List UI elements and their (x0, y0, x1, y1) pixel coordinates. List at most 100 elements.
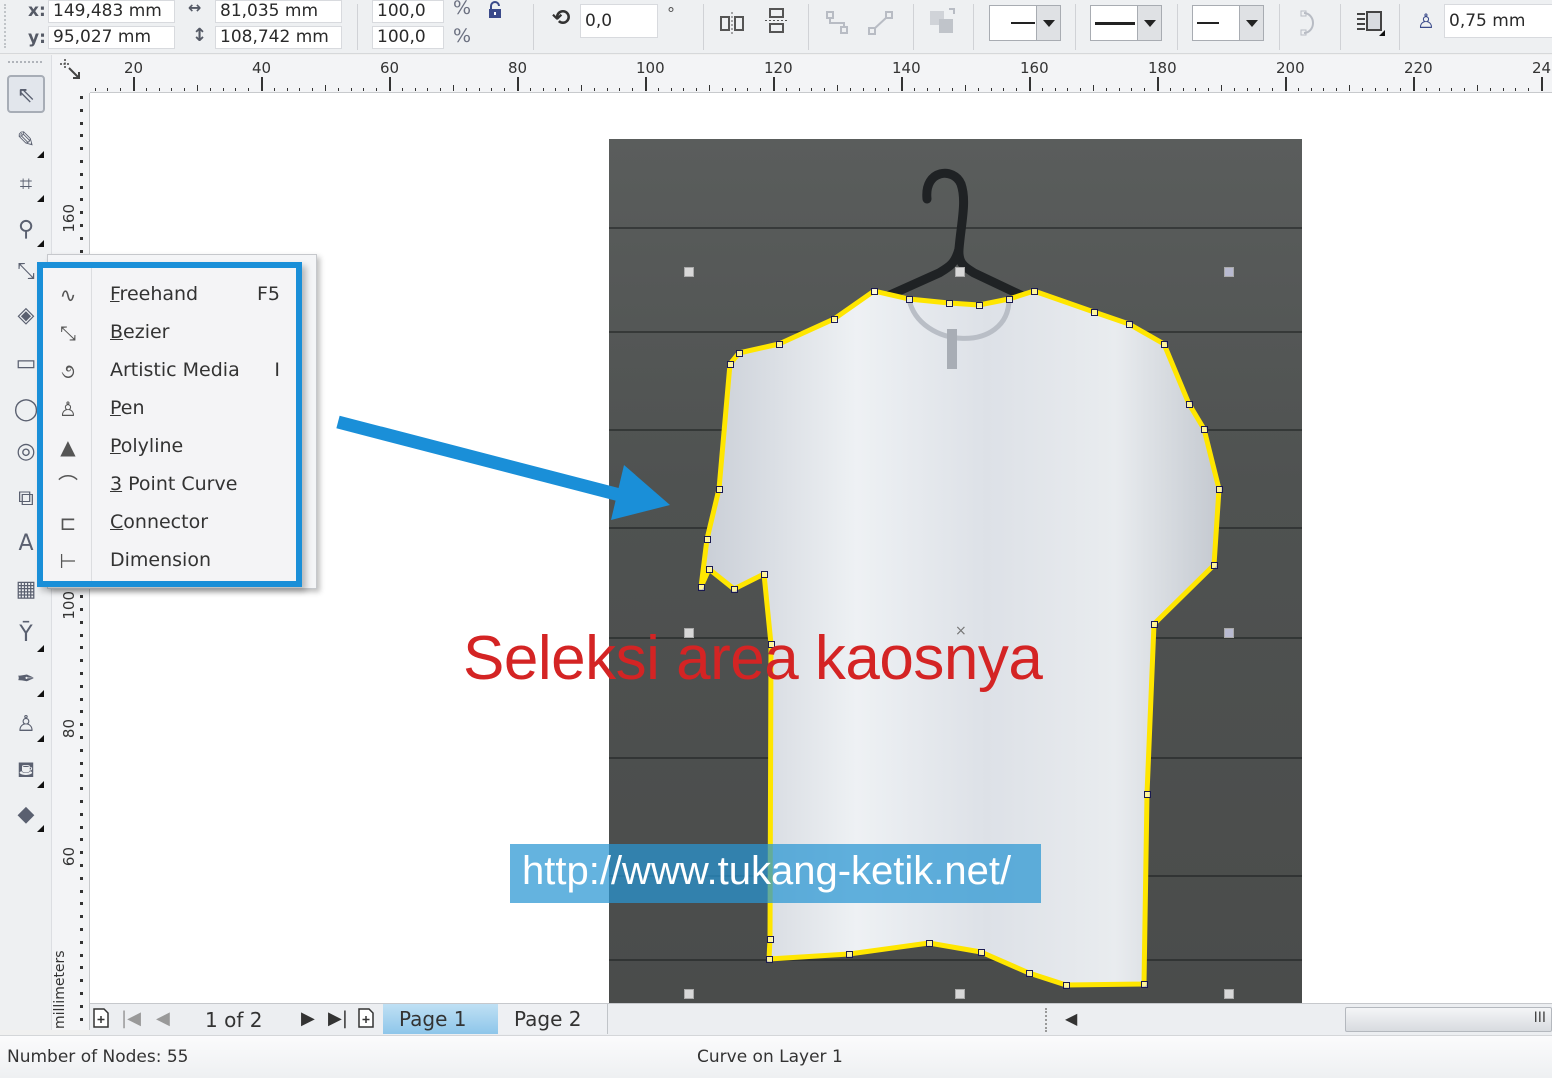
magnifier-icon: ⚲ (17, 217, 35, 242)
ruler-tick (80, 825, 83, 829)
object-height-field[interactable]: 108,742 mm (215, 26, 342, 49)
menu-item-dimension[interactable]: ⊢ Dimension (43, 542, 296, 580)
next-page-icon[interactable]: ▶ (301, 1008, 315, 1029)
tab-page-2[interactable]: Page 2 (498, 1004, 608, 1034)
ruler-tick (1029, 77, 1031, 91)
menu-item-freehand[interactable]: ∿ Freehand F5 (43, 276, 296, 314)
pick-tool[interactable]: ⇖ (7, 75, 45, 113)
line-style-dropdown[interactable] (1090, 5, 1162, 41)
ruler-tick (80, 761, 83, 765)
ruler-tick (1259, 88, 1261, 91)
toolbox-grip[interactable] (8, 61, 42, 63)
toolbar-grip[interactable] (4, 4, 10, 48)
eyedropper-tool[interactable]: ✒ (7, 661, 45, 699)
ruler-tick (734, 88, 736, 91)
break-apart-icon[interactable] (927, 6, 957, 36)
ruler-tick (1349, 85, 1350, 91)
ruler-tick (107, 88, 109, 91)
crop-icon: ⌗ (19, 172, 33, 197)
ruler-tick (80, 774, 83, 778)
y-position-field[interactable]: 95,027 mm (48, 26, 175, 49)
crop-tool[interactable]: ⌗ (7, 166, 45, 204)
menu-item-three-point-curve[interactable]: ⌒ 3 Point Curve (43, 466, 296, 504)
ruler-tick (581, 85, 582, 91)
horizontal-ruler[interactable]: 20 40 60 80 100 120 140 160 180 200 220 240 (52, 55, 1552, 93)
separator (703, 4, 704, 50)
ruler-tick (939, 88, 941, 91)
lock-ratio-icon[interactable] (487, 1, 503, 19)
scale-y-field[interactable]: 100,0 (372, 26, 444, 49)
reverse-direction-icon[interactable] (1293, 8, 1323, 38)
ruler-tick (862, 88, 864, 91)
zoom-tool[interactable]: ⚲ (7, 211, 45, 249)
shortcut-key: F5 (256, 283, 280, 305)
ruler-tick (1118, 88, 1120, 91)
label-text: ezier (123, 321, 170, 343)
ruler-tick (1093, 85, 1094, 91)
ruler-origin-icon[interactable] (52, 55, 90, 93)
ruler-tick (977, 88, 979, 91)
menu-item-bezier[interactable]: ⤡ Bezier (43, 314, 296, 352)
basic-shapes-icon: ⧉ (18, 486, 34, 511)
ruler-tick (80, 697, 83, 701)
ruler-tick (80, 838, 83, 842)
ruler-tick (1233, 88, 1235, 91)
wrap-text-icon[interactable] (1355, 8, 1385, 38)
tab-page-1[interactable]: Page 1 (383, 1004, 500, 1034)
ruler-tick (504, 88, 506, 91)
separator (808, 4, 809, 50)
ruler-tick (1361, 88, 1363, 91)
menu-item-artistic-media[interactable]: ૭ Artistic Media I (43, 352, 296, 390)
mnemonic-letter: F (110, 283, 120, 305)
end-arrowhead-dropdown[interactable] (1192, 5, 1264, 41)
to-curve-icon[interactable] (866, 8, 896, 38)
mirror-horizontal-icon[interactable] (717, 8, 747, 38)
menu-item-pen[interactable]: ♙ Pen (43, 390, 296, 428)
shape-tool[interactable]: ✎ (7, 122, 45, 160)
interactive-fill-tool[interactable]: ◆ (7, 796, 45, 834)
chevron-down-icon[interactable] (1239, 6, 1263, 40)
ruler-tick (80, 134, 83, 138)
pen-nib-icon: ♙ (16, 712, 36, 737)
ruler-tick (80, 224, 83, 227)
horizontal-scrollbar-thumb[interactable]: III (1345, 1007, 1552, 1032)
ruler-tick (1157, 77, 1159, 91)
first-page-icon[interactable]: |◀ (121, 1008, 141, 1029)
effects-tool[interactable]: Ȳ (7, 616, 45, 654)
menu-item-label: Freehand (110, 283, 198, 305)
menu-item-connector[interactable]: ⊏ Connector (43, 504, 296, 542)
ruler-tick (721, 88, 723, 91)
scroll-left-icon[interactable]: ◀ (1065, 1009, 1077, 1028)
fill-tool[interactable]: ⛾ (7, 752, 45, 790)
ruler-tick (80, 876, 83, 880)
insert-page-after-icon[interactable] (357, 1008, 375, 1033)
scale-x-field[interactable]: 100,0 (372, 0, 444, 23)
ruler-tick (1515, 88, 1517, 91)
rotation-angle-field[interactable]: 0,0 (580, 4, 658, 38)
ruler-tick (80, 595, 83, 599)
ruler-label: 100 (636, 59, 665, 77)
to-line-icon[interactable] (824, 8, 854, 38)
outline-tool[interactable]: ♙ (7, 706, 45, 744)
chevron-down-icon[interactable] (1036, 6, 1060, 40)
x-position-field[interactable]: 149,483 mm (48, 0, 175, 23)
rotate-icon: ⟲ (552, 6, 571, 31)
last-page-icon[interactable]: ▶| (328, 1008, 348, 1029)
status-bar: Number of Nodes: 55 Curve on Layer 1 (0, 1035, 1552, 1078)
previous-page-icon[interactable]: ◀ (156, 1008, 170, 1029)
ruler-tick (350, 88, 352, 91)
outline-width-field[interactable]: 0,75 mm (1444, 4, 1552, 38)
insert-page-before-icon[interactable] (92, 1008, 110, 1033)
chevron-down-icon[interactable] (1137, 6, 1161, 40)
ruler-tick (80, 121, 83, 125)
page-navigator: |◀ ◀ 1 of 2 ▶ ▶| Page 1 Page 2 ◀ III (90, 1003, 1552, 1035)
start-arrowhead-dropdown[interactable] (989, 5, 1061, 41)
ruler-tick (312, 88, 314, 91)
object-width-field[interactable]: 81,035 mm (215, 0, 342, 23)
ruler-tick (80, 608, 83, 611)
mirror-vertical-icon[interactable] (762, 6, 792, 36)
menu-item-polyline[interactable]: ▲ Polyline (43, 428, 296, 466)
ruler-tick (1105, 88, 1107, 91)
ruler-tick (1221, 85, 1222, 91)
splitter-grip[interactable] (1045, 1008, 1047, 1032)
